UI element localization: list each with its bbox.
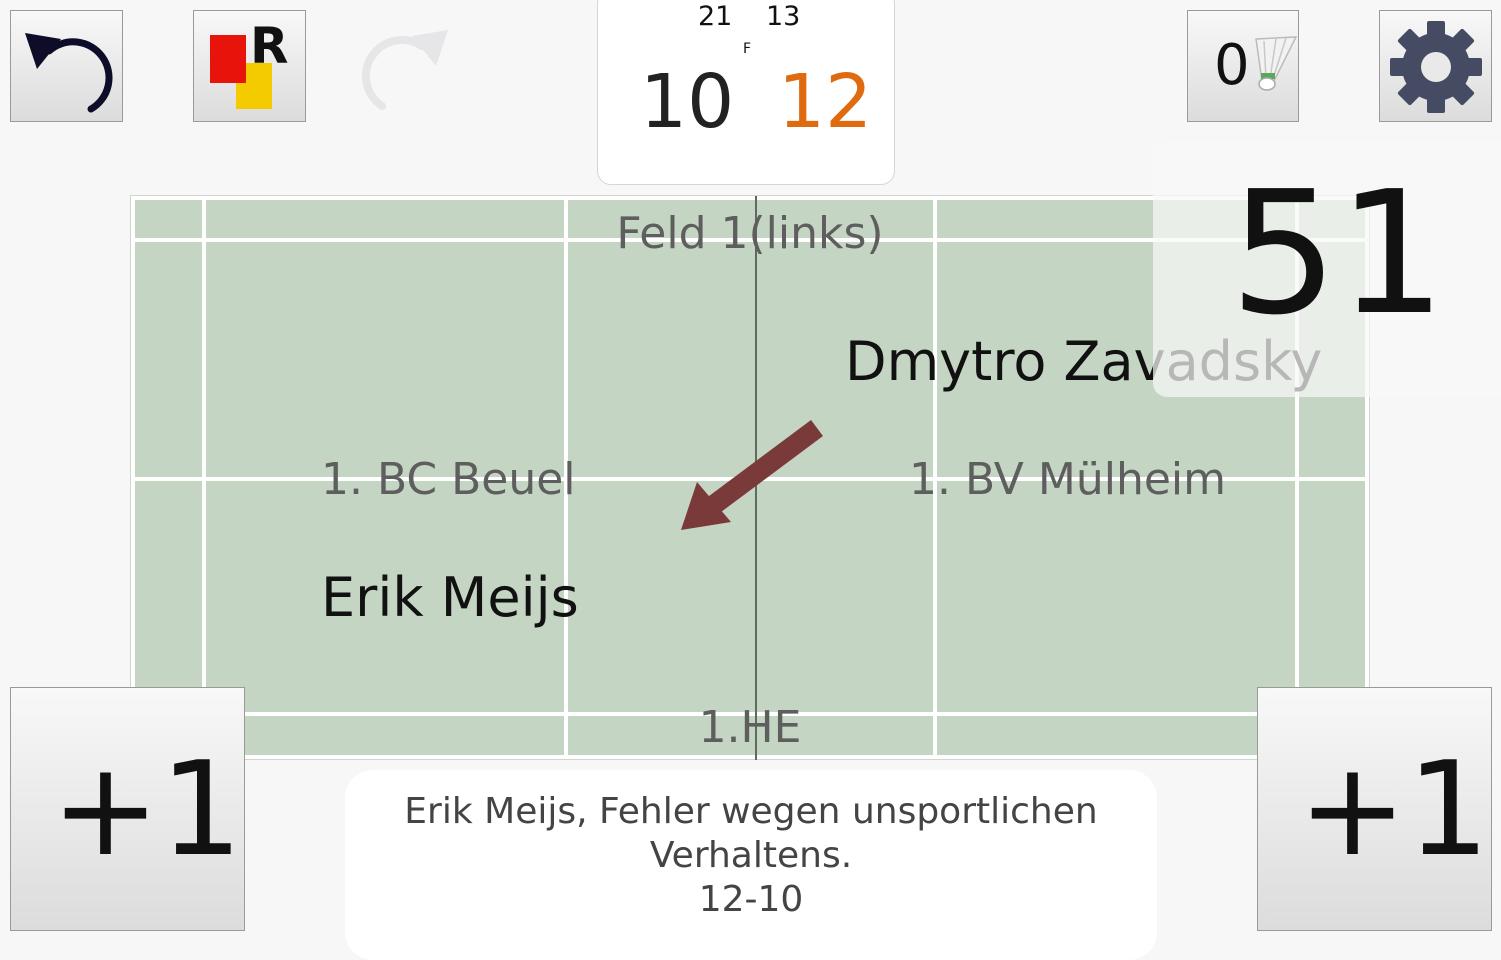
- timer-panel: 51: [1153, 141, 1501, 397]
- point-right-button[interactable]: +1: [1257, 687, 1492, 931]
- message-line-2: Verhaltens.: [649, 835, 853, 876]
- current-score-right: 12: [778, 59, 873, 145]
- point-right-label: +1: [1298, 733, 1490, 885]
- redo-icon: [361, 30, 448, 110]
- undo-icon: [25, 33, 113, 113]
- shuttle-button[interactable]: 0: [1187, 10, 1299, 122]
- game1-score-left: 21: [698, 1, 733, 32]
- cards-button[interactable]: R: [193, 10, 306, 122]
- point-left-label: +1: [51, 733, 243, 885]
- undo-button[interactable]: [10, 10, 123, 122]
- point-left-button[interactable]: +1: [10, 687, 245, 931]
- shuttlecock-icon: [1255, 36, 1298, 91]
- timer-value: 51: [1229, 155, 1446, 353]
- game-marker: F: [743, 41, 752, 57]
- message-box: Erik Meijs, Fehler wegen unsportlichen V…: [345, 770, 1157, 960]
- game1-score-right: 13: [766, 1, 801, 32]
- scoreboard: 21 13 F 10 12: [597, 0, 895, 185]
- card-letter: R: [250, 17, 289, 75]
- redo-button[interactable]: [352, 14, 462, 114]
- settings-button[interactable]: [1379, 10, 1492, 122]
- message-line-1: Erik Meijs, Fehler wegen unsportlichen: [404, 791, 1098, 832]
- current-score-left: 10: [640, 59, 735, 145]
- gear-icon: [1390, 21, 1482, 113]
- message-line-3: 12-10: [698, 879, 804, 920]
